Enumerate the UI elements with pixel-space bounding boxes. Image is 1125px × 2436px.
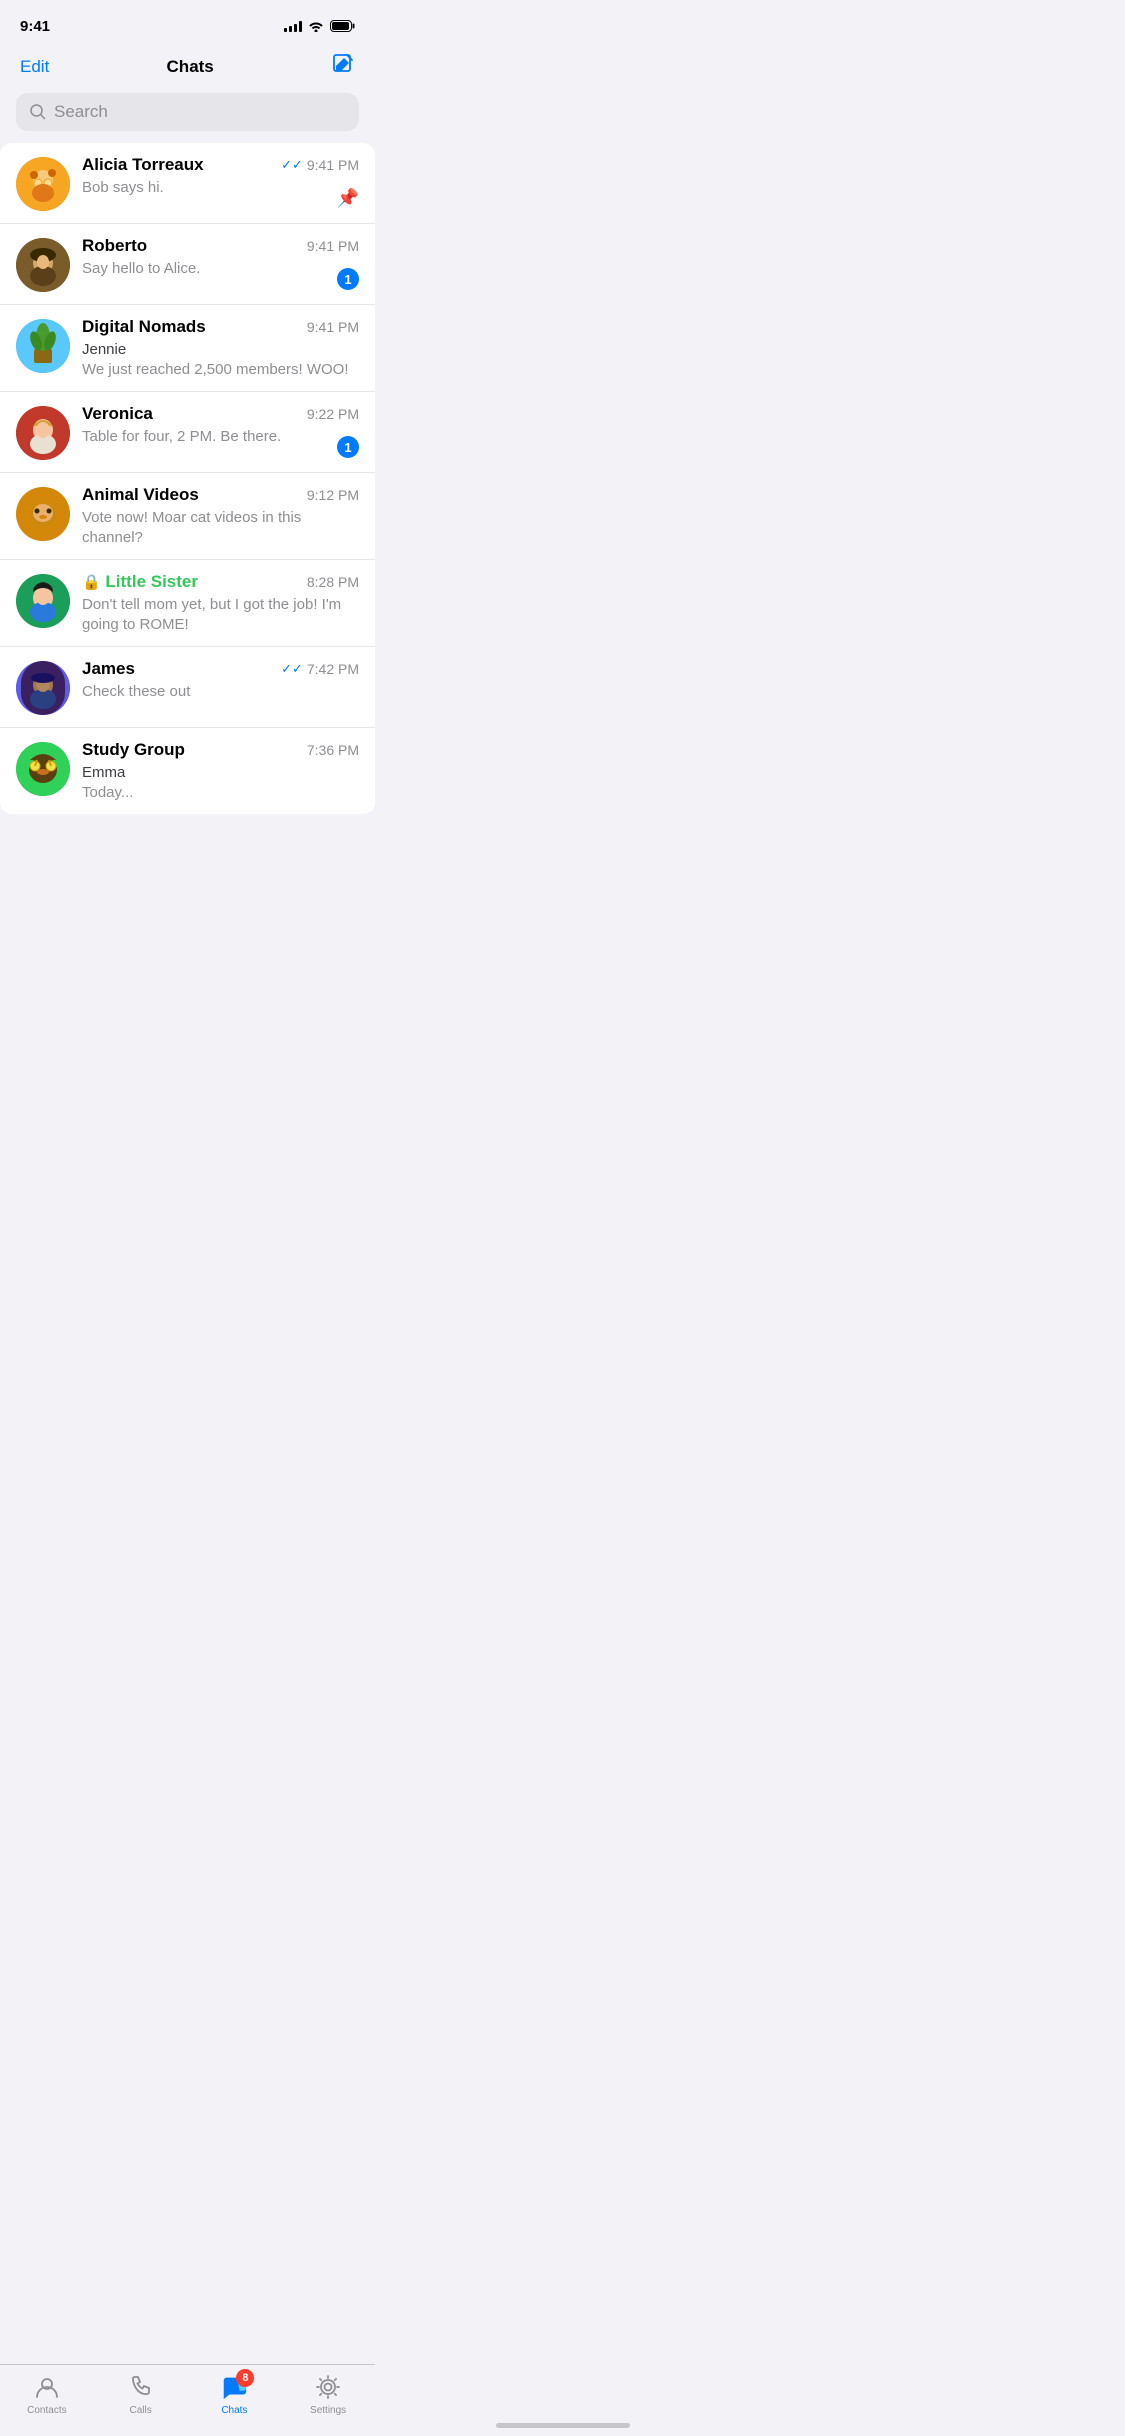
chat-content-alicia: Alicia Torreaux ✓✓ 9:41 PM Bob says hi.	[82, 155, 359, 198]
chat-name-study-group: Study Group	[82, 740, 185, 760]
chat-content-digital-nomads: Digital Nomads 9:41 PM JennieWe just rea…	[82, 317, 359, 379]
nav-header: Edit Chats	[0, 44, 375, 93]
chat-preview-james: Check these out	[82, 682, 359, 702]
chat-content-animal-videos: Animal Videos 9:12 PM Vote now! Moar cat…	[82, 485, 359, 547]
tab-chats-label: Chats	[221, 2405, 247, 2416]
status-bar: 9:41	[0, 0, 375, 44]
tab-calls-label: Calls	[130, 2405, 152, 2416]
read-check-alicia: ✓✓	[281, 157, 303, 173]
chat-preview-animal-videos: Vote now! Moar cat videos in this channe…	[82, 508, 359, 547]
chat-meta-roberto: 1	[337, 268, 359, 290]
chat-time-james: ✓✓ 7:42 PM	[281, 661, 359, 677]
tab-contacts[interactable]: Contacts	[0, 2373, 94, 2416]
tab-contacts-label: Contacts	[27, 2405, 66, 2416]
chat-time-roberto: 9:41 PM	[307, 238, 359, 254]
chat-item-roberto[interactable]: Roberto 9:41 PM Say hello to Alice. 1	[0, 224, 375, 305]
compose-button[interactable]	[331, 52, 355, 81]
unread-badge-roberto: 1	[337, 268, 359, 290]
unread-badge-veronica: 1	[337, 436, 359, 458]
avatar-digital-nomads	[16, 319, 70, 373]
search-bar[interactable]: Search	[16, 93, 359, 131]
tab-chats[interactable]: 8 Chats	[188, 2373, 282, 2416]
read-check-james: ✓✓	[281, 661, 303, 677]
chat-content-roberto: Roberto 9:41 PM Say hello to Alice.	[82, 236, 359, 279]
tab-bar: Contacts Calls 8 Chats Settin	[0, 2364, 375, 2436]
chat-meta-veronica: 1	[337, 436, 359, 458]
chat-preview-alicia: Bob says hi.	[82, 178, 359, 198]
avatar-veronica	[16, 406, 70, 460]
chat-preview-roberto: Say hello to Alice.	[82, 259, 359, 279]
avatar-animal-videos	[16, 487, 70, 541]
chat-content-little-sister: 🔒 Little Sister 8:28 PM Don't tell mom y…	[82, 572, 359, 634]
chat-item-veronica[interactable]: Veronica 9:22 PM Table for four, 2 PM. B…	[0, 392, 375, 473]
calls-icon	[127, 2373, 155, 2401]
chat-item-study-group[interactable]: Study Group 7:36 PM EmmaToday...	[0, 728, 375, 814]
avatar-little-sister	[16, 574, 70, 628]
chats-badge: 8	[236, 2369, 254, 2387]
lock-icon-little-sister: 🔒	[82, 574, 101, 591]
home-indicator	[496, 2423, 630, 2428]
chat-time-little-sister: 8:28 PM	[307, 574, 359, 590]
chat-item-digital-nomads[interactable]: Digital Nomads 9:41 PM JennieWe just rea…	[0, 305, 375, 392]
chat-item-little-sister[interactable]: 🔒 Little Sister 8:28 PM Don't tell mom y…	[0, 560, 375, 647]
chat-preview-veronica: Table for four, 2 PM. Be there.	[82, 427, 359, 447]
chat-content-veronica: Veronica 9:22 PM Table for four, 2 PM. B…	[82, 404, 359, 447]
chat-name-digital-nomads: Digital Nomads	[82, 317, 206, 337]
chat-name-animal-videos: Animal Videos	[82, 485, 199, 505]
tab-settings-label: Settings	[310, 2405, 346, 2416]
chat-name-roberto: Roberto	[82, 236, 147, 256]
chat-item-animal-videos[interactable]: Animal Videos 9:12 PM Vote now! Moar cat…	[0, 473, 375, 560]
search-placeholder: Search	[54, 102, 108, 122]
chat-time-study-group: 7:36 PM	[307, 742, 359, 758]
tab-calls[interactable]: Calls	[94, 2373, 188, 2416]
signal-icon	[284, 20, 302, 32]
page-title: Chats	[167, 57, 214, 77]
chat-content-study-group: Study Group 7:36 PM EmmaToday...	[82, 740, 359, 802]
chat-time-alicia: ✓✓ 9:41 PM	[281, 157, 359, 173]
battery-icon	[330, 20, 355, 32]
chat-preview-study-group: EmmaToday...	[82, 763, 359, 802]
chat-list: Alicia Torreaux ✓✓ 9:41 PM Bob says hi. …	[0, 143, 375, 814]
tab-settings[interactable]: Settings	[281, 2373, 375, 2416]
settings-icon	[314, 2373, 342, 2401]
status-icons	[284, 20, 355, 32]
edit-button[interactable]: Edit	[20, 57, 49, 77]
chat-content-james: James ✓✓ 7:42 PM Check these out	[82, 659, 359, 702]
avatar-alicia	[16, 157, 70, 211]
avatar-study-group	[16, 742, 70, 796]
search-icon	[30, 104, 46, 120]
status-time: 9:41	[20, 18, 50, 35]
chat-item-james[interactable]: James ✓✓ 7:42 PM Check these out	[0, 647, 375, 728]
chats-icon: 8	[220, 2373, 248, 2401]
chat-time-animal-videos: 9:12 PM	[307, 487, 359, 503]
wifi-icon	[308, 20, 324, 32]
contacts-icon	[33, 2373, 61, 2401]
chat-preview-little-sister: Don't tell mom yet, but I got the job! I…	[82, 595, 359, 634]
avatar-james	[16, 661, 70, 715]
chat-meta-alicia: 📌	[337, 188, 359, 209]
chat-time-veronica: 9:22 PM	[307, 406, 359, 422]
chat-name-alicia: Alicia Torreaux	[82, 155, 204, 175]
chat-preview-digital-nomads: JennieWe just reached 2,500 members! WOO…	[82, 340, 359, 379]
chat-name-veronica: Veronica	[82, 404, 153, 424]
pin-icon-alicia: 📌	[337, 188, 359, 209]
chat-item-alicia[interactable]: Alicia Torreaux ✓✓ 9:41 PM Bob says hi. …	[0, 143, 375, 224]
avatar-roberto	[16, 238, 70, 292]
chat-name-james: James	[82, 659, 135, 679]
chat-time-digital-nomads: 9:41 PM	[307, 319, 359, 335]
chat-name-little-sister: 🔒 Little Sister	[82, 572, 198, 592]
